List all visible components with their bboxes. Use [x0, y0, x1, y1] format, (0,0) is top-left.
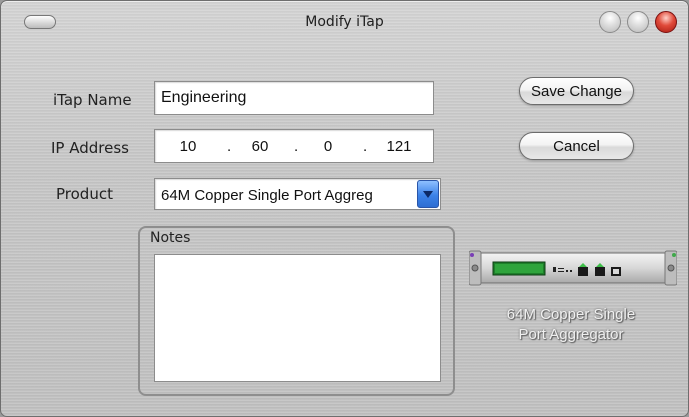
save-change-button[interactable]: Save Change — [519, 77, 634, 105]
itap-name-label: iTap Name — [53, 91, 132, 109]
chevron-down-icon[interactable] — [417, 180, 439, 208]
minimize-icon[interactable] — [599, 11, 621, 33]
device-caption: 64M Copper Single Port Aggregator — [471, 305, 671, 345]
ip-octet-3[interactable]: 0 — [315, 138, 341, 155]
notes-input[interactable] — [155, 255, 440, 381]
title-bar[interactable]: Modify iTap — [1, 1, 688, 43]
zoom-icon[interactable] — [627, 11, 649, 33]
itap-name-field[interactable] — [154, 81, 434, 115]
product-select-value: 64M Copper Single Port Aggreg — [161, 187, 373, 204]
ip-dot-3: . — [363, 138, 368, 155]
ip-dot-1: . — [227, 138, 232, 155]
close-icon[interactable] — [655, 11, 677, 33]
product-select[interactable]: 64M Copper Single Port Aggreg — [154, 178, 441, 210]
product-label: Product — [56, 185, 113, 203]
itap-name-input[interactable] — [155, 82, 433, 114]
ip-octet-2[interactable]: 60 — [243, 138, 277, 155]
cancel-button[interactable]: Cancel — [519, 132, 634, 160]
notes-label: Notes — [150, 230, 191, 246]
ip-octet-4[interactable]: 121 — [379, 138, 419, 155]
notes-field[interactable] — [154, 254, 441, 382]
window-title: Modify iTap — [305, 14, 384, 30]
device-caption-line-1: 64M Copper Single — [506, 306, 636, 323]
modify-itap-window: Modify iTap iTap Name IP Address 10 . 60… — [0, 0, 689, 417]
ip-address-label: IP Address — [51, 139, 129, 157]
notes-group: Notes — [138, 226, 455, 396]
ip-address-field[interactable]: 10 . 60 . 0 . 121 — [154, 129, 434, 163]
network-tap-device-icon — [468, 249, 678, 289]
ip-octet-1[interactable]: 10 — [173, 138, 203, 155]
ip-dot-2: . — [294, 138, 299, 155]
device-caption-line-2: Port Aggregator — [518, 326, 624, 343]
